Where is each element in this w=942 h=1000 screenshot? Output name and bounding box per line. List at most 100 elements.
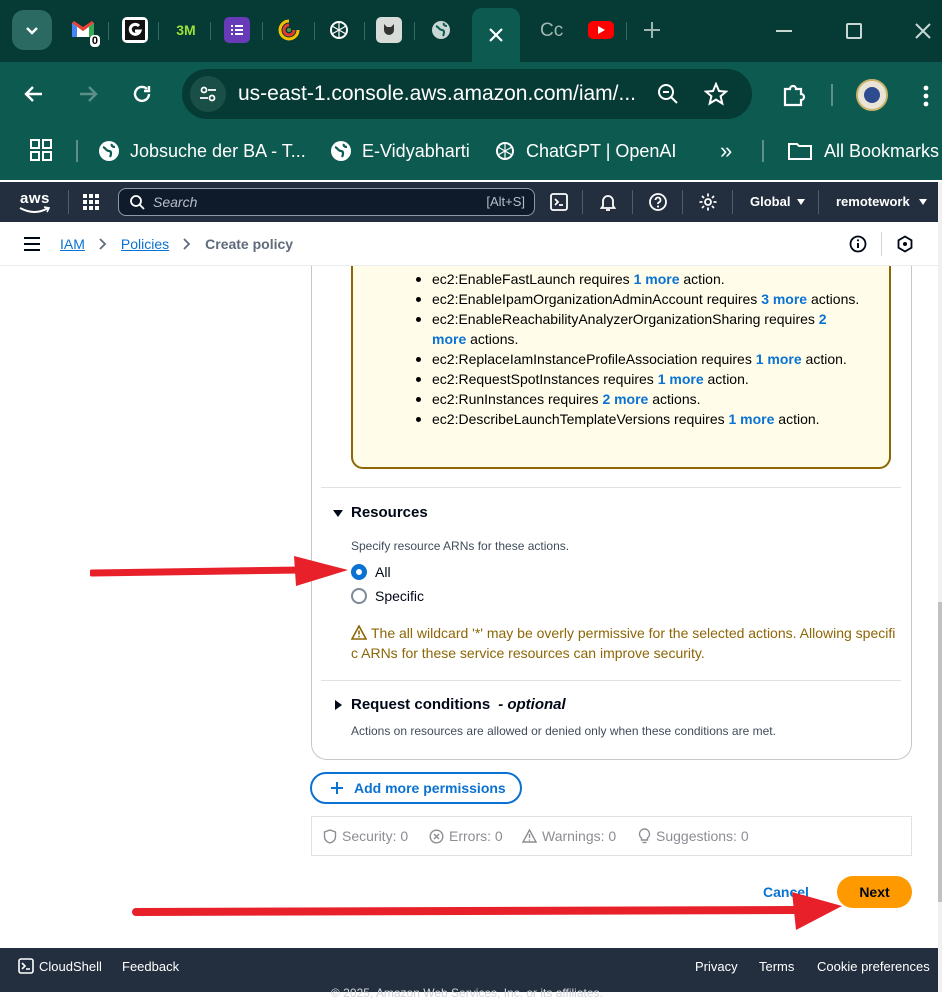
dog-icon [384, 24, 394, 35]
cloudshell-nav-button[interactable] [549, 192, 569, 217]
gear-icon [699, 193, 717, 211]
bookmarks-overflow-button[interactable]: » [720, 138, 732, 164]
tab-partial[interactable]: Cc [540, 20, 563, 42]
bookmark-star-button[interactable] [703, 81, 729, 111]
more-link[interactable]: 1 more [756, 351, 802, 367]
puzzle-icon [783, 84, 806, 107]
list-item: ec2:RequestSpotInstances requires 1 more… [416, 369, 862, 389]
maximize-button[interactable] [846, 23, 862, 39]
reload-button[interactable] [130, 82, 154, 111]
forward-button[interactable] [76, 82, 100, 111]
breadcrumb-iam[interactable]: IAM [60, 236, 85, 252]
wildcard-warning: The all wildcard '*' may be overly permi… [351, 623, 896, 663]
window-close-button[interactable] [914, 22, 932, 45]
profile-avatar[interactable] [856, 79, 888, 111]
bookmark-evidyabharti[interactable]: E-Vidyabharti [330, 138, 470, 164]
aws-search-input[interactable]: Search [Alt+S] [118, 188, 535, 216]
tab-youtube[interactable] [588, 17, 614, 43]
tab-active[interactable] [472, 8, 520, 62]
minimize-button[interactable] [776, 30, 792, 32]
bookmark-jobsuche[interactable]: Jobsuche der BA - T... [98, 138, 306, 164]
request-conditions-title: Request conditions [351, 696, 491, 713]
aws-logo[interactable]: aws [18, 188, 52, 216]
resources-toggle[interactable]: Resources [333, 504, 428, 521]
radio-all[interactable] [351, 564, 367, 580]
breadcrumb-policies[interactable]: Policies [121, 236, 169, 252]
scrollbar-thumb[interactable] [938, 602, 942, 902]
list-item: ec2:EnableIpamOrganizationAdminAccount r… [416, 289, 862, 309]
list-item: ec2:RunInstances requires 2 more actions… [416, 389, 862, 409]
more-link[interactable]: 1 more [634, 271, 680, 287]
radio-specific[interactable] [351, 588, 367, 604]
zoom-icon [658, 84, 678, 104]
list-icon [231, 25, 243, 35]
browser-menu-button[interactable] [922, 84, 930, 113]
browser-tab-bar: 0 3M Cc [0, 0, 942, 62]
list-item: ec2:EnableReachabilityAnalyzerOrganizati… [416, 309, 862, 349]
help-button[interactable] [648, 192, 668, 217]
apps-button[interactable] [30, 139, 52, 166]
notifications-button[interactable] [598, 192, 618, 217]
more-link[interactable]: 1 more [658, 371, 704, 387]
add-more-permissions-button[interactable]: Add more permissions [310, 772, 522, 804]
bookmark-chatgpt[interactable]: ChatGPT | OpenAI [494, 138, 676, 164]
annotation-arrow-resources [90, 556, 348, 586]
cookie-preferences-link[interactable]: Cookie preferences [817, 959, 930, 974]
main-content: ec2:EnableFastLaunch requires 1 more act… [0, 266, 938, 948]
grid-dots-icon [83, 194, 99, 210]
radio-specific-label[interactable]: Specific [375, 588, 424, 604]
privacy-link[interactable]: Privacy [695, 959, 738, 974]
region-selector[interactable]: Global [750, 194, 806, 209]
shield-icon [323, 828, 337, 844]
more-link[interactable]: 1 more [729, 411, 775, 427]
chevron-right-icon [99, 238, 107, 250]
search-shortcut: [Alt+S] [486, 194, 525, 209]
feedback-panel-button[interactable] [896, 235, 914, 258]
tab-list-button[interactable] [12, 10, 52, 50]
caret-down-icon [797, 198, 806, 205]
request-conditions-toggle[interactable]: Request conditions - optional [333, 696, 566, 713]
aws-footer: CloudShell Feedback Privacy Terms Cookie… [0, 948, 938, 1000]
address-bar[interactable]: us-east-1.console.aws.amazon.com/iam/... [182, 69, 752, 119]
all-bookmarks-button[interactable]: All Bookmarks [788, 138, 939, 164]
settings-button[interactable] [698, 192, 718, 217]
wildcard-warning-text: The all wildcard '*' may be overly permi… [351, 625, 896, 661]
tab-chatgpt[interactable] [326, 17, 352, 43]
tab-dog[interactable] [376, 17, 402, 43]
info-button[interactable] [849, 235, 867, 258]
account-menu[interactable]: remotework [836, 194, 928, 209]
site-info-button[interactable] [190, 76, 226, 112]
all-bookmarks-label: All Bookmarks [824, 140, 940, 161]
tab-3m[interactable]: 3M [172, 17, 200, 43]
chatgpt-icon [330, 21, 348, 39]
tab-gmail[interactable]: 0 [70, 17, 100, 47]
services-menu-button[interactable] [82, 193, 100, 216]
back-button[interactable] [22, 82, 46, 111]
account-name: remotework [836, 194, 910, 209]
annotation-arrow-next [132, 892, 842, 930]
zoom-button[interactable] [656, 82, 680, 111]
status-warnings: Warnings: 0 [522, 828, 616, 844]
url-text[interactable]: us-east-1.console.aws.amazon.com/iam/... [238, 82, 636, 106]
tab-g-square[interactable] [122, 17, 148, 43]
page-scrollbar[interactable] [938, 182, 942, 992]
more-link[interactable]: 2 more [602, 391, 648, 407]
tab-list[interactable] [224, 17, 250, 43]
radio-all-label[interactable]: All [375, 564, 391, 580]
region-label: Global [750, 194, 791, 209]
feedback-link[interactable]: Feedback [122, 959, 179, 974]
close-icon[interactable] [488, 27, 504, 43]
new-tab-button[interactable] [640, 18, 664, 47]
more-link[interactable]: 3 more [761, 291, 807, 307]
globe-icon [331, 141, 351, 161]
extensions-button[interactable] [780, 81, 806, 112]
tab-globe[interactable] [428, 17, 454, 43]
warning-icon [351, 625, 367, 640]
cloudshell-button[interactable]: CloudShell [18, 958, 102, 974]
tab-swirl[interactable] [276, 17, 302, 43]
avatar-emblem [864, 87, 880, 103]
terms-link[interactable]: Terms [759, 959, 794, 974]
copyright-text: © 2025, Amazon Web Services, Inc. or its… [331, 986, 603, 1000]
side-nav-toggle[interactable] [24, 237, 40, 256]
next-button[interactable]: Next [837, 876, 912, 908]
